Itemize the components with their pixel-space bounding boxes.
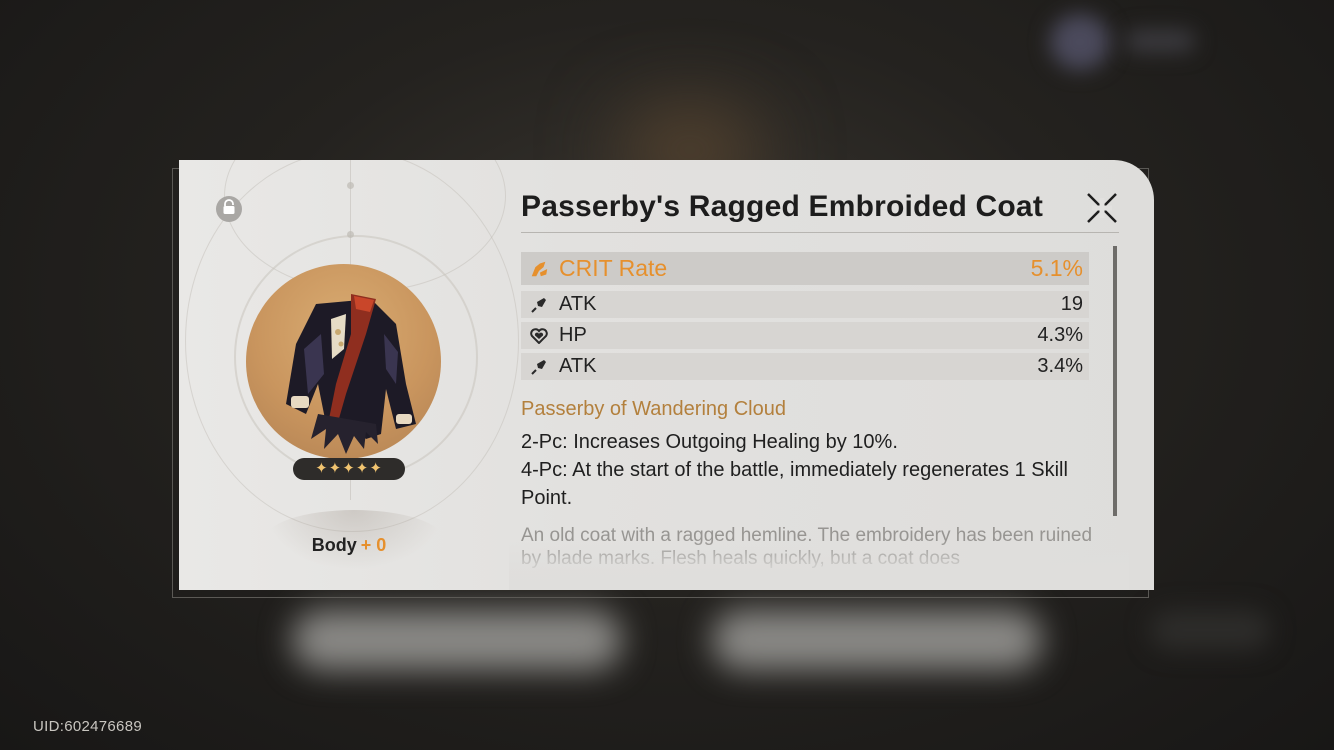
relic-set-name: Passerby of Wandering Cloud [521, 398, 786, 420]
relic-slot-level: Body + 0 [179, 535, 519, 556]
lock-toggle-button[interactable] [216, 196, 242, 222]
decorative-dot [347, 182, 354, 189]
set-effect-4pc: 4-Pc: At the start of the battle, immedi… [521, 459, 1068, 509]
relic-portrait [246, 264, 441, 459]
slot-label: Body [311, 535, 357, 555]
set-effect-2pc: 2-Pc: Increases Outgoing Healing by 10%. [521, 431, 898, 453]
sub-stat-name: ATK [559, 293, 597, 315]
sub-stat-row: ATK 3.4% [521, 353, 1089, 380]
crit-rate-icon [529, 259, 549, 279]
sub-stat-row: HP 4.3% [521, 322, 1089, 349]
rarity-stars: ✦✦✦✦✦ [293, 458, 405, 480]
atk-icon [529, 295, 549, 315]
scrollbar-thumb[interactable] [1113, 246, 1117, 516]
uid-label: UID:602476689 [33, 718, 142, 735]
hp-icon [529, 326, 549, 346]
sub-stat-name: ATK [559, 355, 597, 377]
text-fade-overlay [509, 540, 1129, 590]
main-stat-value: 5.1% [1030, 255, 1083, 281]
relic-level: + 0 [360, 535, 387, 555]
background-text-blurred [1125, 30, 1195, 52]
relic-title: Passerby's Ragged Embroided Coat [521, 190, 1044, 223]
coat-icon [286, 294, 416, 454]
close-button[interactable] [1084, 190, 1120, 226]
sub-stat-row: ATK 19 [521, 291, 1089, 318]
sub-stat-name: HP [559, 324, 587, 346]
close-icon [1087, 193, 1117, 223]
background-bottom-right-blurred [1150, 610, 1270, 650]
background-avatar-blurred [1050, 14, 1110, 70]
decorative-dot [347, 231, 354, 238]
sub-stat-value: 4.3% [1037, 324, 1083, 346]
sub-stat-value: 19 [1060, 293, 1083, 315]
title-divider [521, 232, 1119, 233]
atk-icon [529, 357, 549, 377]
relic-detail-card: ✦✦✦✦✦ Body + 0 Passerby's Ragged Embroide… [179, 160, 1154, 590]
background-button-right-blurred [712, 610, 1042, 670]
background-button-left-blurred [292, 610, 622, 670]
sub-stat-value: 3.4% [1037, 355, 1083, 377]
main-stat-row: CRIT Rate 5.1% [521, 252, 1089, 285]
main-stat-name: CRIT Rate [559, 255, 668, 281]
lock-icon [222, 198, 236, 220]
